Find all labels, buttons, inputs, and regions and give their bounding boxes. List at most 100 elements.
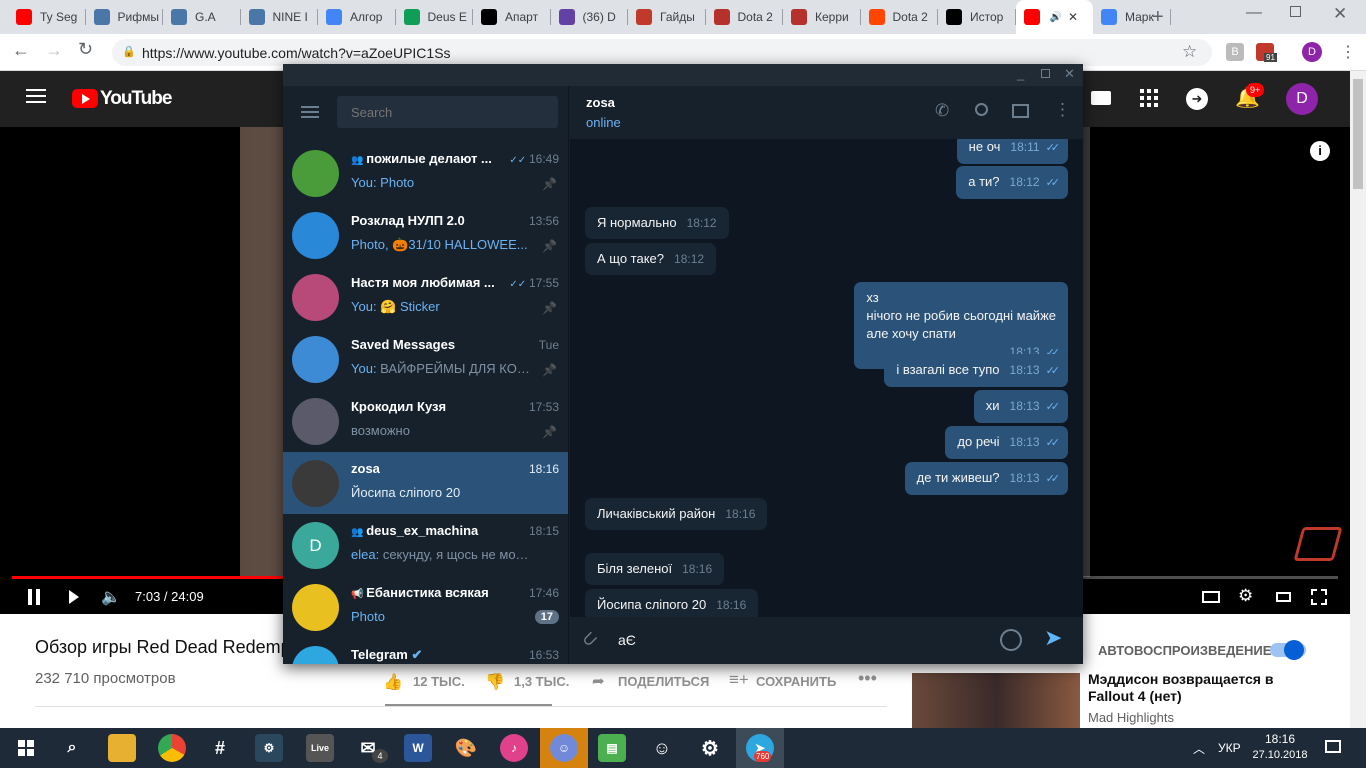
sidebar-toggle-icon[interactable] <box>1012 104 1029 118</box>
file-explorer-icon[interactable] <box>108 734 136 762</box>
youtube-logo-icon[interactable] <box>72 89 98 108</box>
chart-app-icon[interactable]: ▤ <box>598 734 626 762</box>
word-icon[interactable]: W <box>404 734 432 762</box>
restore-window-button[interactable] <box>1290 6 1301 17</box>
like-icon[interactable]: 👍 <box>383 672 403 692</box>
browser-tab[interactable]: 🔊 ✕ <box>1015 0 1093 34</box>
tab-audio-icon[interactable]: 🔊 <box>1050 12 1062 23</box>
chrome-icon[interactable] <box>158 734 186 762</box>
tray-expand-icon[interactable]: ︿ <box>1193 740 1205 757</box>
apps-grid-icon[interactable] <box>1140 89 1158 107</box>
chat-list-item[interactable]: Розклад НУЛП 2.0 13:56 Photo, 🎃31/10 HALLO… <box>283 204 568 266</box>
close-window-button[interactable]: ✕ <box>1333 4 1347 24</box>
chat-list-item[interactable]: 📢 Ебанистика всякая 17:46 Photo 17 <box>283 576 568 638</box>
share-icon[interactable]: ➦ <box>592 672 605 690</box>
browser-tab[interactable]: Апарт <box>473 0 551 34</box>
keyboard-language[interactable]: УКР <box>1218 741 1241 755</box>
forward-icon[interactable]: → <box>45 40 63 61</box>
youtube-avatar[interactable]: D <box>1286 83 1318 115</box>
more-actions-icon[interactable]: ••• <box>858 668 877 689</box>
tg-close-button[interactable]: ✕ <box>1064 66 1075 82</box>
settings-gear-icon[interactable]: ⚙ <box>1238 586 1253 606</box>
outgoing-message[interactable]: не оч 18:11 ✓✓ <box>956 139 1068 164</box>
more-options-icon[interactable]: ⋮ <box>1054 100 1071 120</box>
volume-icon[interactable]: 🔈 <box>101 587 121 607</box>
incoming-message[interactable]: Я нормально 18:12 <box>585 207 729 239</box>
outgoing-message[interactable]: де ти живеш? 18:13 ✓✓ <box>904 462 1068 495</box>
incoming-message[interactable]: Біля зеленої 18:16 <box>585 553 725 585</box>
chat-list-item[interactable]: Telegram ✔ 16:53 <box>283 638 568 664</box>
send-icon[interactable]: ➤ <box>1044 625 1062 651</box>
message-input[interactable]: аЄ <box>618 632 636 648</box>
messages-icon[interactable]: ➜ <box>1186 88 1208 110</box>
discord-icon[interactable]: ☺ <box>550 734 578 762</box>
back-icon[interactable]: ← <box>12 40 30 61</box>
message-list[interactable]: не оч 18:11 ✓✓ а ти? 18:12 ✓✓ Я нормально 18:12… <box>570 139 1083 617</box>
steam-icon[interactable]: ⚙ <box>255 734 283 762</box>
subtitles-icon[interactable] <box>1202 591 1220 603</box>
chat-list-item[interactable]: zosa 18:16 Йосипа сліпого 20 <box>283 452 568 514</box>
call-icon[interactable]: ✆ <box>935 101 949 121</box>
autoplay-toggle[interactable] <box>1270 640 1306 660</box>
attach-icon[interactable]: ⊂ <box>576 626 604 654</box>
recommended-thumbnail[interactable] <box>912 673 1080 728</box>
dislike-icon[interactable]: 👎 <box>485 672 505 692</box>
next-video-icon[interactable] <box>69 590 79 604</box>
windows-start-icon[interactable] <box>12 734 40 762</box>
chat-list-item[interactable]: Настя моя любимая ... ✓✓ 17:55 You: 🤗 Stic… <box>283 266 568 328</box>
slack-icon[interactable]: # <box>206 734 234 762</box>
page-scrollbar-thumb[interactable] <box>1353 79 1363 189</box>
tg-maximize-button[interactable] <box>1041 69 1050 78</box>
tab-close-icon[interactable]: ✕ <box>1068 10 1078 24</box>
create-video-icon[interactable] <box>1091 91 1111 105</box>
bookmark-star-icon[interactable]: ☆ <box>1182 42 1197 62</box>
youtube-logo-text[interactable]: YouTube <box>100 88 172 110</box>
peer-name[interactable]: zosa <box>586 95 615 110</box>
paint-icon[interactable]: 🎨 <box>452 734 480 762</box>
browser-tab[interactable]: G.A <box>163 0 241 34</box>
browser-tab[interactable]: (36) D <box>551 0 628 34</box>
extension-b-icon[interactable]: B <box>1226 43 1244 61</box>
tg-menu-icon[interactable] <box>301 106 319 118</box>
hamburger-menu-icon[interactable] <box>26 89 46 103</box>
share-button[interactable]: ПОДЕЛИТЬСЯ <box>618 674 709 689</box>
incoming-message[interactable]: Йосипа сліпого 20 18:16 <box>585 589 759 617</box>
address-bar[interactable]: 🔒 https://www.youtube.com/watch?v=aZoeUP… <box>112 39 1212 66</box>
fullscreen-icon[interactable] <box>1311 589 1327 605</box>
browser-tab[interactable]: Истор <box>938 0 1016 34</box>
theater-mode-icon[interactable] <box>1276 592 1291 602</box>
outgoing-message[interactable]: а ти? 18:12 ✓✓ <box>956 166 1068 199</box>
chrome-profile-avatar[interactable]: D <box>1302 42 1322 62</box>
outgoing-message[interactable]: хи 18:13 ✓✓ <box>973 390 1068 423</box>
browser-tab[interactable]: Рифмы <box>86 0 163 34</box>
action-center-icon[interactable] <box>1325 740 1341 753</box>
save-playlist-icon[interactable]: ≡+ <box>729 670 749 690</box>
reload-icon[interactable]: ↻ <box>78 39 93 60</box>
browser-tab[interactable]: Гайды <box>628 0 706 34</box>
emoji-icon[interactable] <box>1000 629 1022 651</box>
tg-search-input[interactable] <box>337 96 558 128</box>
browser-tab[interactable]: Ty Seg <box>8 0 86 34</box>
browser-tab[interactable]: Алгор <box>318 0 396 34</box>
page-scrollbar[interactable] <box>1350 71 1366 728</box>
incoming-message[interactable]: Личаківський район 18:16 <box>585 498 768 530</box>
ableton-live-icon[interactable]: Live <box>306 734 334 762</box>
chat-list-item[interactable]: Крокодил Кузя 17:53 возможно 📌 <box>283 390 568 452</box>
incoming-message[interactable]: А що таке? 18:12 <box>585 243 717 275</box>
browser-tab[interactable]: NINE I <box>241 0 318 34</box>
clock-date[interactable]: 27.10.2018 <box>1252 749 1308 761</box>
chat-list-item[interactable]: D 👥 deus_ex_machina 18:15 elea: секунду, я … <box>283 514 568 576</box>
settings-taskbar-icon[interactable]: ⚙ <box>696 734 724 762</box>
outgoing-message[interactable]: і взагалі все тупо 18:13 ✓✓ <box>884 354 1068 387</box>
emoji-app-icon[interactable]: ☺ <box>648 734 676 762</box>
clock-time[interactable]: 18:16 <box>1252 732 1308 746</box>
info-icon[interactable]: i <box>1310 141 1330 161</box>
save-button[interactable]: СОХРАНИТЬ <box>756 674 836 689</box>
new-tab-button[interactable]: + <box>1152 6 1164 29</box>
browser-tab[interactable]: Deus E <box>396 0 473 34</box>
chat-list-item[interactable]: Saved Messages Tue You: ВАЙФРЕЙМЫ ДЛЯ КОН.… <box>283 328 568 390</box>
extension-shield-icon[interactable]: 91 <box>1256 43 1277 62</box>
chrome-menu-icon[interactable]: ⋮ <box>1340 42 1356 62</box>
itunes-icon[interactable]: ♪ <box>500 734 528 762</box>
tg-minimize-button[interactable]: _ <box>1017 66 1024 81</box>
